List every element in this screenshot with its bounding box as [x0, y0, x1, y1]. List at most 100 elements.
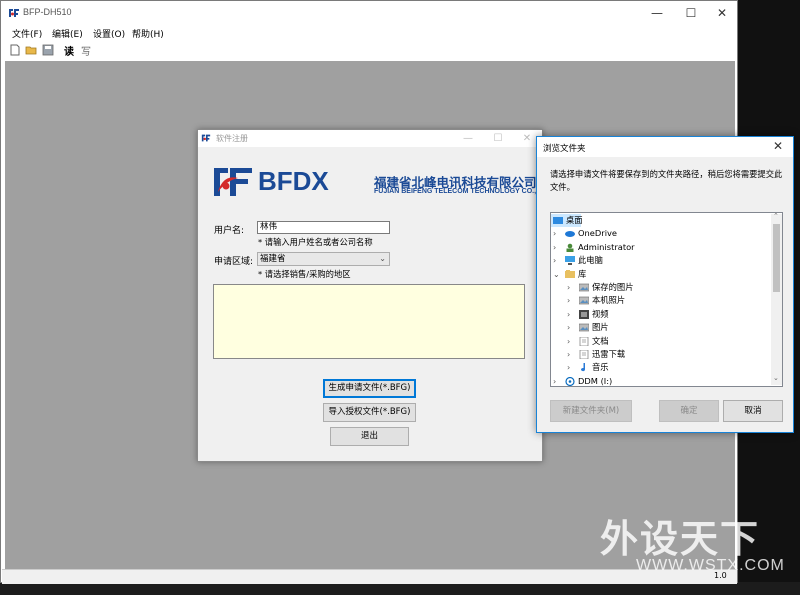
- chevron-down-icon: ⌄: [379, 254, 386, 263]
- document-icon: [579, 350, 589, 359]
- tree-item[interactable]: › OneDrive: [551, 227, 771, 240]
- maximize-button[interactable]: ☐: [675, 1, 707, 25]
- username-input[interactable]: 林伟: [257, 221, 390, 234]
- tree-item-label: 保存的图片: [592, 282, 634, 292]
- close-button[interactable]: ✕: [706, 1, 738, 25]
- watermark-en: WWW.WSTX.COM: [636, 557, 785, 574]
- logo-wordmark: BFDX: [258, 166, 329, 196]
- tree-item[interactable]: › 图片: [551, 321, 771, 334]
- app-logo-icon: [201, 134, 211, 142]
- tree-item[interactable]: › 迅雷下载: [551, 348, 771, 361]
- ok-button[interactable]: 确定: [659, 400, 719, 422]
- chevron-right-icon[interactable]: ›: [553, 375, 556, 386]
- registration-titlebar[interactable]: 软件注册 — ☐ ✕: [198, 130, 542, 147]
- folder-tree[interactable]: 桌面 › OneDrive › Administrator › 此电脑 ⌄ 库 › 保存的图片 › 本机…: [550, 212, 783, 387]
- request-text-area[interactable]: [213, 284, 525, 359]
- video-icon: [579, 309, 589, 319]
- status-bar: 1.0: [2, 569, 737, 584]
- main-titlebar[interactable]: BFP-DH510 — ☐ ✕: [1, 1, 737, 25]
- import-license-button[interactable]: 导入授权文件(*.BFG): [323, 403, 416, 422]
- scroll-up-icon[interactable]: ⌃: [773, 213, 779, 220]
- tree-item[interactable]: › 此电脑: [551, 254, 771, 267]
- minimize-button[interactable]: —: [453, 130, 483, 147]
- tree-item[interactable]: › 视频: [551, 308, 771, 321]
- tree-item-label: OneDrive: [578, 228, 618, 239]
- region-label: 申请区域:: [214, 257, 254, 267]
- open-folder-icon[interactable]: [25, 44, 37, 56]
- company-logo: BFDX 福建省北峰电讯科技有限公司 FUJIAN BEIFENG TELECO…: [212, 164, 549, 204]
- chevron-right-icon[interactable]: ›: [567, 321, 570, 334]
- read-button[interactable]: 读: [64, 43, 74, 58]
- watermark-cn: 外设天下: [600, 517, 761, 561]
- pictures-icon: [579, 323, 589, 332]
- menu-help[interactable]: 帮助(H): [132, 27, 164, 40]
- menu-edit[interactable]: 编辑(E): [52, 27, 83, 40]
- dialog-title: 浏览文件夹: [543, 144, 586, 154]
- tree-item[interactable]: › 音乐: [551, 361, 771, 374]
- menu-file[interactable]: 文件(F): [12, 27, 42, 40]
- tree-item-label: 迅雷下载: [592, 349, 626, 359]
- tree-item-label: 库: [578, 268, 587, 279]
- tree-item-label: 本机照片: [592, 295, 626, 306]
- region-select[interactable]: 福建省 ⌄: [257, 252, 390, 266]
- browse-folder-dialog: 浏览文件夹 ✕ 请选择申请文件将要保存到的文件夹路径，稍后您将需要提交此文件。 …: [536, 136, 794, 433]
- browse-description: 请选择申请文件将要保存到的文件夹路径，稍后您将需要提交此文件。: [550, 169, 783, 192]
- chevron-right-icon[interactable]: ›: [567, 308, 570, 321]
- region-hint: * 请选择销售/采购的地区: [258, 269, 351, 279]
- exit-button[interactable]: 退出: [330, 427, 409, 446]
- library-icon: [565, 269, 575, 278]
- chevron-right-icon[interactable]: ›: [567, 361, 570, 374]
- cloud-icon: [565, 231, 575, 238]
- app-logo-icon: [9, 9, 19, 17]
- tree-item[interactable]: › DDM (I:): [551, 375, 771, 386]
- maximize-button[interactable]: ☐: [483, 130, 513, 147]
- chevron-right-icon[interactable]: ›: [553, 254, 556, 267]
- tree-item[interactable]: › 本机照片: [551, 294, 771, 307]
- chevron-right-icon[interactable]: ›: [567, 294, 570, 307]
- registration-dialog: 软件注册 — ☐ ✕ BFDX 福建省北峰电讯科技有限公司 FUJIAN BEI…: [197, 129, 549, 462]
- tree-item-label: DDM (I:): [578, 375, 613, 386]
- menu-settings[interactable]: 设置(O): [93, 27, 125, 40]
- pictures-icon: [579, 283, 589, 292]
- bfdx-logo-icon: [214, 168, 252, 196]
- drive-icon: [565, 376, 575, 386]
- desktop-folder-icon: [553, 217, 563, 224]
- toolbar: 读 写: [1, 43, 737, 58]
- tree-item[interactable]: 桌面: [551, 214, 771, 227]
- company-name-en: FUJIAN BEIFENG TELECOM TECHNOLOGY CO.,LT…: [374, 188, 550, 195]
- username-hint: * 请输入用户姓名或者公司名称: [258, 237, 373, 247]
- user-icon: [566, 243, 574, 252]
- scroll-down-icon[interactable]: ⌄: [773, 374, 779, 382]
- menu-bar: 文件(F) 编辑(E) 设置(O) 帮助(H): [1, 27, 737, 43]
- chevron-right-icon[interactable]: ›: [567, 281, 570, 294]
- minimize-button[interactable]: —: [641, 1, 673, 25]
- tree-scrollbar[interactable]: ⌃ ⌄: [771, 213, 782, 385]
- tree-item[interactable]: › Administrator: [551, 241, 771, 254]
- tree-item-label: 此电脑: [578, 255, 603, 266]
- browse-titlebar[interactable]: 浏览文件夹 ✕: [537, 137, 793, 157]
- tree-item[interactable]: ⌄ 库: [551, 268, 771, 281]
- tree-item-label: 音乐: [592, 362, 609, 373]
- tree-item-label: 桌面: [566, 215, 583, 225]
- chevron-right-icon[interactable]: ›: [553, 241, 556, 254]
- new-file-icon[interactable]: [9, 44, 21, 56]
- save-icon[interactable]: [42, 44, 54, 56]
- new-folder-button[interactable]: 新建文件夹(M): [550, 400, 632, 422]
- tree-item-label: 视频: [592, 308, 609, 319]
- pictures-icon: [579, 297, 589, 305]
- tree-item[interactable]: › 文档: [551, 335, 771, 348]
- window-title: BFP-DH510: [23, 7, 72, 17]
- chevron-right-icon[interactable]: ›: [567, 348, 570, 361]
- document-icon: [579, 336, 589, 346]
- chevron-right-icon[interactable]: ›: [567, 335, 570, 348]
- chevron-down-icon[interactable]: ⌄: [553, 268, 560, 281]
- chevron-right-icon[interactable]: ›: [553, 227, 556, 240]
- cancel-button[interactable]: 取消: [723, 400, 783, 422]
- close-button[interactable]: ✕: [773, 139, 783, 153]
- scroll-thumb[interactable]: [773, 224, 780, 292]
- tree-item[interactable]: › 保存的图片: [551, 281, 771, 294]
- tree-item-label: 文档: [592, 335, 609, 346]
- write-button[interactable]: 写: [81, 43, 91, 58]
- tree-item-label: 图片: [592, 322, 609, 333]
- generate-request-button[interactable]: 生成申请文件(*.BFG): [323, 379, 416, 398]
